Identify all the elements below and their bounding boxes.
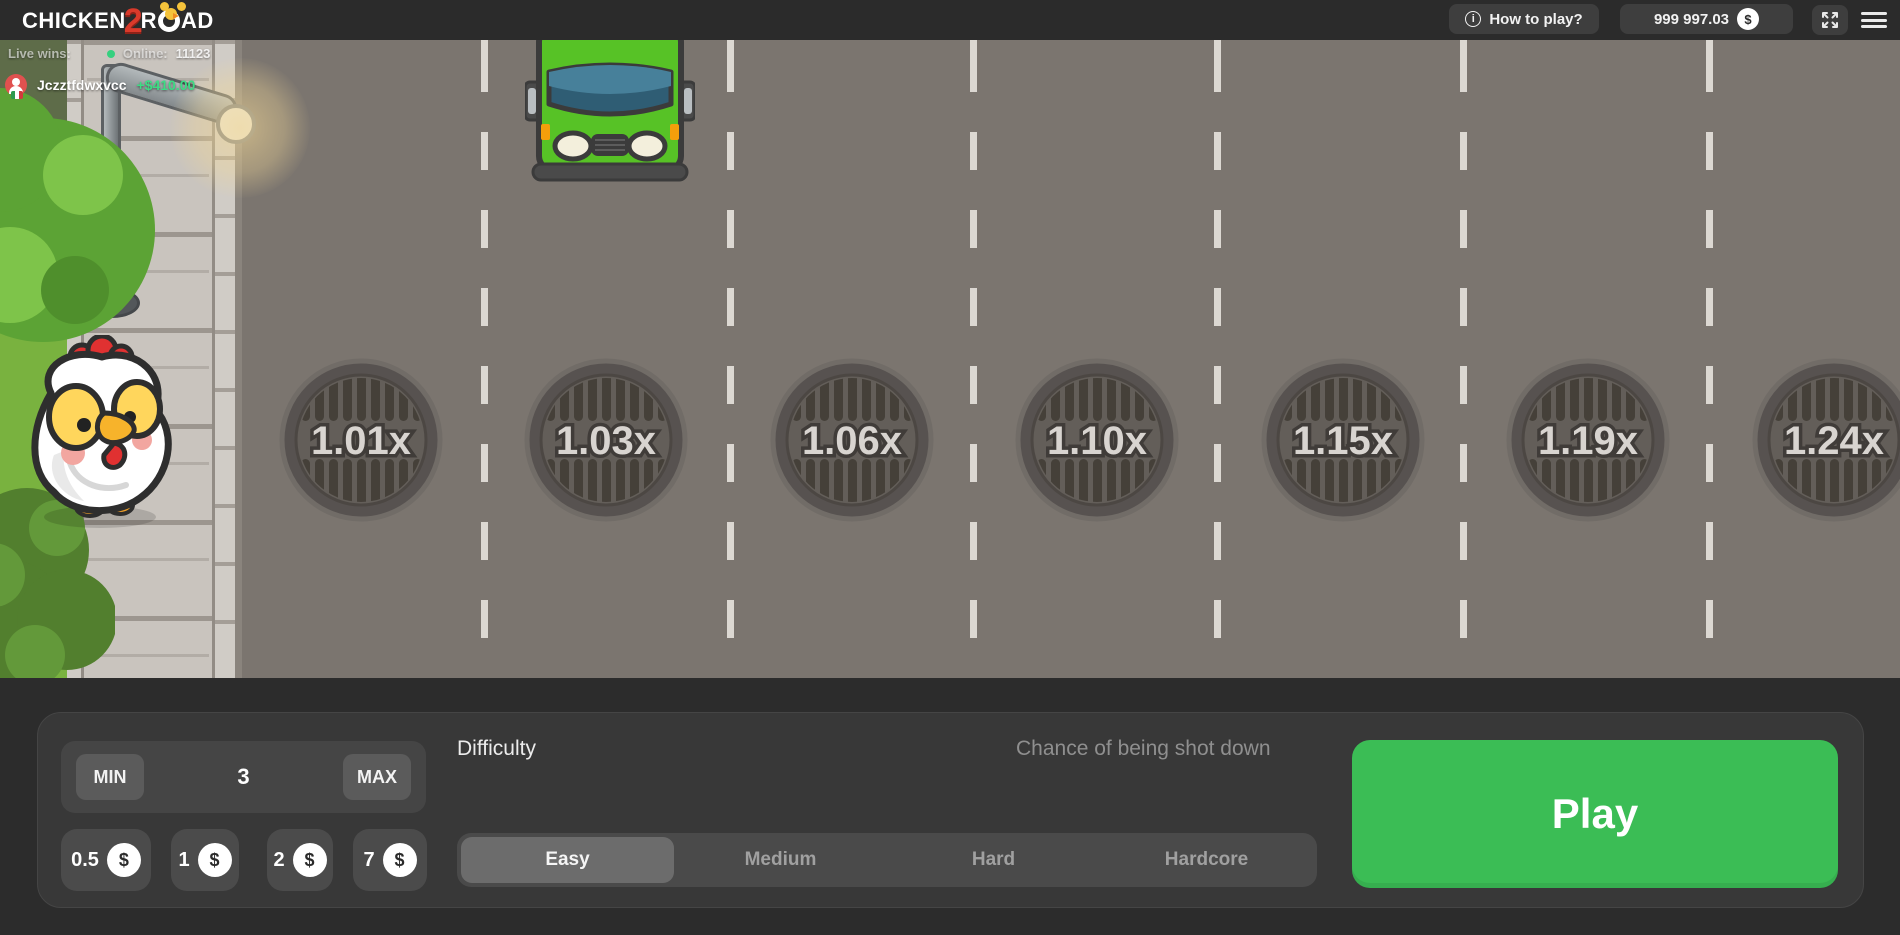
difficulty-label: Difficulty [457, 737, 536, 760]
multiplier-value: 1.06x [802, 419, 902, 463]
truck-icon [525, 40, 695, 182]
quick-bet-value: 7 [363, 848, 375, 871]
balance-value: 999 997.03 [1653, 10, 1730, 28]
manhole-icon: 1.15x [1261, 358, 1425, 522]
multiplier-value: 1.10x [1047, 419, 1147, 463]
online-dot-icon [106, 49, 115, 58]
balance-display: 999 997.03 $ [1620, 4, 1793, 34]
tab-difficulty-medium[interactable]: Medium [674, 837, 887, 883]
logo: CHICKEN 2 R AD [22, 2, 214, 38]
quick-bet-button-1[interactable]: 1 $ [171, 829, 239, 891]
game-area: 1.01x 1.03x 1.06x 1.10x 1.15x 1.19x 1.24… [0, 40, 1900, 678]
quick-bet-button-7[interactable]: 7 $ [353, 829, 427, 891]
chicken-icon [31, 335, 172, 528]
quick-bet-row: 0.5 $1 $2 $7 $ [61, 829, 427, 891]
coin-icon: $ [1737, 8, 1760, 30]
multiplier-manhole[interactable]: 1.01x [278, 357, 444, 523]
manhole-icon: 1.01x [279, 358, 443, 522]
road: 1.01x 1.03x 1.06x 1.10x 1.15x 1.19x 1.24… [242, 40, 1900, 678]
multiplier-manhole[interactable]: 1.15x [1260, 357, 1426, 523]
quick-bet-value: 2 [273, 848, 285, 871]
coin-icon: $ [382, 843, 417, 877]
live-wins-label: Live wins: [8, 46, 71, 61]
multiplier-value: 1.19x [1538, 419, 1638, 463]
chicken-o-icon [158, 8, 181, 32]
manhole-icon: 1.24x [1752, 358, 1900, 522]
multiplier-manhole[interactable]: 1.24x [1751, 357, 1900, 523]
menu-button[interactable] [1856, 5, 1892, 35]
fullscreen-icon [1822, 12, 1838, 28]
coin-icon: $ [197, 843, 232, 877]
control-bar: 3 MIN MAX 0.5 $1 $2 $7 $ Difficulty Chan… [0, 678, 1900, 935]
quick-bet-button-0.5[interactable]: 0.5 $ [61, 829, 151, 891]
multiplier-manhole[interactable]: 1.10x [1014, 357, 1180, 523]
player-avatar [5, 74, 27, 99]
lane-divider [727, 40, 734, 678]
lane-divider [1706, 40, 1713, 678]
coin-icon: $ [292, 843, 327, 877]
italy-flag-icon [11, 91, 23, 99]
tab-difficulty-hard[interactable]: Hard [887, 837, 1100, 883]
quick-bet-button-2[interactable]: 2 $ [267, 829, 333, 891]
hamburger-icon [1861, 12, 1887, 28]
manhole-icon: 1.03x [524, 358, 688, 522]
min-bet-button[interactable]: MIN [76, 754, 144, 800]
tab-difficulty-easy[interactable]: Easy [461, 837, 674, 883]
quick-bet-value: 1 [178, 848, 190, 871]
multiplier-manhole[interactable]: 1.19x [1505, 357, 1671, 523]
manhole-icon: 1.10x [1015, 358, 1179, 522]
manhole-icon: 1.06x [770, 358, 934, 522]
multiplier-value: 1.24x [1784, 419, 1884, 463]
top-bar: CHICKEN 2 R AD i How to play? 999 997.03… [0, 0, 1900, 40]
logo-text-ad: AD [181, 8, 214, 33]
lane-divider [481, 40, 488, 678]
online-label: Online: [122, 46, 168, 61]
player-name: Jczztfdwxvcc [37, 77, 127, 93]
coin-icon: $ [106, 843, 141, 877]
manhole-icon: 1.19x [1506, 358, 1670, 522]
logo-text-r: R [140, 8, 158, 33]
multiplier-manhole[interactable]: 1.06x [769, 357, 935, 523]
fullscreen-button[interactable] [1812, 5, 1848, 35]
how-to-play-label: How to play? [1489, 10, 1583, 28]
live-wins-bar: Live wins: Online: 11123 [8, 46, 210, 61]
tab-difficulty-hardcore[interactable]: Hardcore [1100, 837, 1313, 883]
info-icon: i [1465, 11, 1482, 27]
live-win-entry: Jczztfdwxvcc +$410.00 [5, 74, 196, 99]
multiplier-value: 1.01x [311, 419, 411, 463]
chance-label: Chance of being shot down [1016, 737, 1271, 760]
multiplier-value: 1.15x [1293, 419, 1393, 463]
chick-icon [160, 2, 186, 11]
app-window: CHICKEN 2 R AD i How to play? 999 997.03… [0, 0, 1900, 935]
lane-divider [970, 40, 977, 678]
online-count: 11123 [175, 46, 211, 61]
quick-bet-value: 0.5 [71, 848, 99, 871]
control-panel: 3 MIN MAX 0.5 $1 $2 $7 $ Difficulty Chan… [37, 712, 1864, 908]
multiplier-value: 1.03x [556, 419, 656, 463]
difficulty-tabs: Easy Medium Hard Hardcore [457, 833, 1317, 887]
lane-divider [1214, 40, 1221, 678]
max-bet-button[interactable]: MAX [343, 754, 411, 800]
bet-amount-box: 3 MIN MAX [61, 741, 426, 813]
play-button[interactable]: Play [1352, 740, 1838, 888]
lane-divider [1460, 40, 1467, 678]
how-to-play-button[interactable]: i How to play? [1449, 4, 1599, 34]
logo-text-chicken: CHICKEN [22, 8, 126, 33]
multiplier-manhole[interactable]: 1.03x [523, 357, 689, 523]
player-win-amount: +$410.00 [136, 77, 196, 93]
